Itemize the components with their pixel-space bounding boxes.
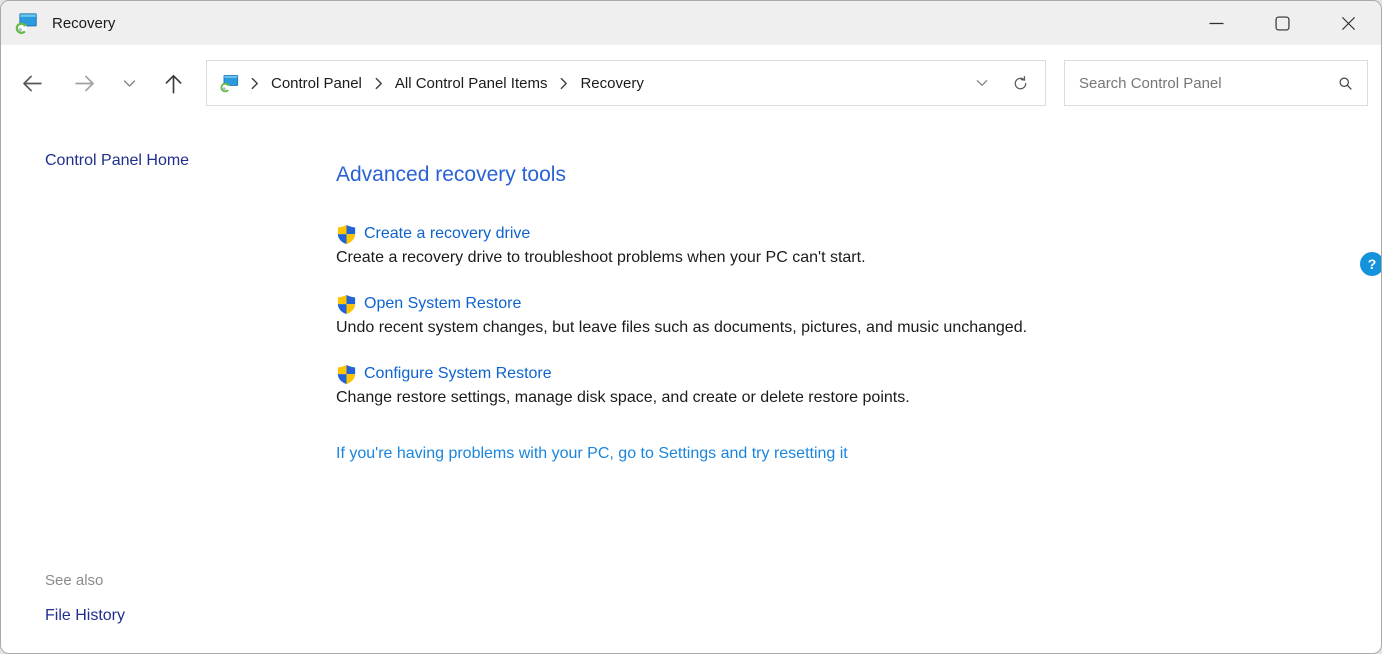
recovery-window: Recovery — [0, 0, 1382, 654]
back-icon — [19, 71, 44, 96]
refresh-button[interactable] — [1001, 63, 1039, 103]
titlebar: Recovery — [1, 1, 1381, 45]
main-panel: Advanced recovery tools Create a recover… — [292, 121, 1381, 654]
chevron-right-icon — [559, 77, 568, 90]
sidebar-item-control-panel-home[interactable]: Control Panel Home — [45, 151, 282, 171]
minimize-button[interactable] — [1183, 1, 1249, 45]
breadcrumb-recovery[interactable]: Recovery — [578, 71, 645, 96]
window-content: Control Panel Home See also File History… — [1, 121, 1381, 654]
see-also-label: See also — [45, 571, 282, 591]
configure-system-restore-description: Change restore settings, manage disk spa… — [336, 387, 1361, 408]
chevron-down-icon — [122, 76, 137, 91]
see-also-group: See also File History — [45, 571, 282, 626]
back-button[interactable] — [9, 61, 53, 105]
window-title: Recovery — [52, 15, 115, 32]
create-recovery-drive-link[interactable]: Create a recovery drive — [364, 223, 530, 245]
up-button[interactable] — [151, 61, 195, 105]
sidebar-item-file-history[interactable]: File History — [45, 606, 282, 626]
maximize-icon — [1275, 16, 1290, 31]
close-icon — [1341, 16, 1356, 31]
address-bar[interactable]: Control Panel All Control Panel Items Re… — [206, 60, 1046, 106]
breadcrumb-all-control-panel-items[interactable]: All Control Panel Items — [393, 71, 550, 96]
open-system-restore-link[interactable]: Open System Restore — [364, 293, 521, 315]
refresh-icon — [1011, 74, 1030, 93]
open-system-restore-description: Undo recent system changes, but leave fi… — [336, 317, 1361, 338]
breadcrumb-control-panel[interactable]: Control Panel — [269, 71, 364, 96]
question-mark-icon: ? — [1368, 256, 1377, 272]
chevron-down-icon — [975, 76, 989, 90]
task-open-system-restore: Open System Restore Undo recent system c… — [336, 293, 1361, 338]
create-recovery-drive-description: Create a recovery drive to troubleshoot … — [336, 247, 1361, 268]
close-button[interactable] — [1315, 1, 1381, 45]
recent-locations-button[interactable] — [107, 61, 151, 105]
chevron-right-icon — [374, 77, 383, 90]
address-dropdown-button[interactable] — [963, 63, 1001, 103]
caption-buttons — [1183, 1, 1381, 45]
forward-button[interactable] — [63, 61, 107, 105]
navigation-toolbar: Control Panel All Control Panel Items Re… — [1, 45, 1381, 121]
chevron-right-icon — [250, 77, 259, 90]
recovery-location-icon[interactable] — [219, 73, 240, 94]
recovery-app-icon — [14, 11, 39, 36]
up-icon — [161, 71, 186, 96]
search-box — [1064, 60, 1368, 106]
search-input[interactable] — [1079, 75, 1336, 92]
uac-shield-icon — [336, 364, 357, 385]
page-title: Advanced recovery tools — [336, 163, 1361, 187]
go-to-settings-link[interactable]: If you're having problems with your PC, … — [336, 445, 1361, 463]
forward-icon — [73, 71, 98, 96]
help-button[interactable]: ? — [1360, 252, 1382, 276]
uac-shield-icon — [336, 224, 357, 245]
uac-shield-icon — [336, 294, 357, 315]
maximize-button[interactable] — [1249, 1, 1315, 45]
search-icon[interactable] — [1336, 74, 1355, 93]
sidebar: Control Panel Home See also File History — [1, 121, 292, 654]
task-configure-system-restore: Configure System Restore Change restore … — [336, 363, 1361, 408]
task-create-recovery-drive: Create a recovery drive Create a recover… — [336, 223, 1361, 268]
minimize-icon — [1209, 16, 1224, 31]
configure-system-restore-link[interactable]: Configure System Restore — [364, 363, 552, 385]
